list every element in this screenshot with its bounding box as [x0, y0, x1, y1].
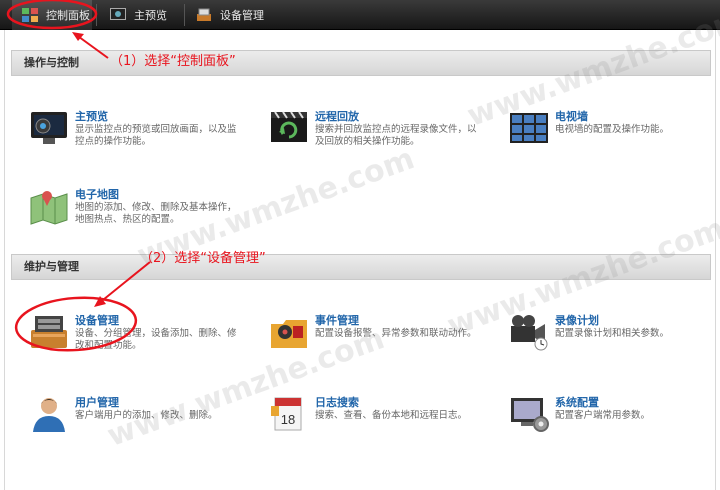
annotation-overlay — [6, 0, 151, 352]
annotation-step-2: （2）选择“设备管理” — [140, 251, 266, 266]
annotation-step-1: （1）选择“控制面板” — [110, 54, 236, 69]
